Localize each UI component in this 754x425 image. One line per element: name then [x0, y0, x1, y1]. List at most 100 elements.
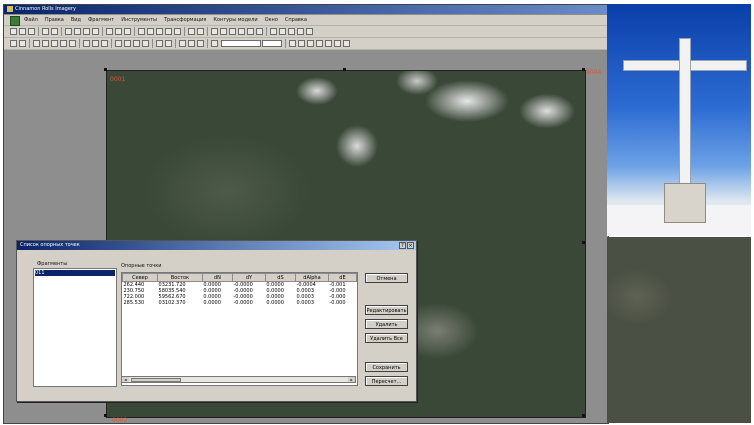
redo-icon[interactable] — [115, 28, 122, 35]
line-width-combo[interactable] — [221, 40, 261, 47]
zoom-in-icon[interactable] — [220, 28, 227, 35]
zoom-out-icon[interactable] — [229, 28, 236, 35]
mirror-icon[interactable] — [69, 40, 76, 47]
menu-window[interactable]: Окно — [265, 16, 278, 24]
node-icon[interactable] — [334, 40, 341, 47]
scroll-left-icon[interactable]: ◂ — [122, 377, 129, 382]
pointer-icon[interactable] — [10, 40, 17, 47]
rotate-icon[interactable] — [33, 40, 40, 47]
menu-tools[interactable]: Инструменты — [121, 16, 157, 24]
zoom-one-icon[interactable] — [238, 28, 245, 35]
settings-icon[interactable] — [306, 28, 313, 35]
stroke-icon[interactable] — [124, 40, 131, 47]
frame-icon[interactable] — [156, 40, 163, 47]
preview-icon[interactable] — [51, 28, 58, 35]
grid-icon[interactable] — [147, 28, 154, 35]
crop-icon[interactable] — [101, 40, 108, 47]
rectangle-icon[interactable] — [307, 40, 314, 47]
align-justify-icon[interactable] — [297, 28, 304, 35]
fit-icon[interactable] — [156, 28, 163, 35]
document-icon[interactable] — [10, 16, 20, 26]
target-icon[interactable] — [197, 28, 204, 35]
line-tool-icon[interactable] — [289, 40, 296, 47]
resize-handle[interactable] — [582, 241, 585, 244]
close-button[interactable]: × — [407, 242, 414, 249]
align-right-icon[interactable] — [288, 28, 295, 35]
resize-handle[interactable] — [582, 68, 585, 71]
line-color-icon[interactable] — [211, 40, 218, 47]
open-icon[interactable] — [19, 28, 26, 35]
paste-icon[interactable] — [83, 28, 90, 35]
table-row[interactable]: 285.530 03102.370 0.0000 -0.0000 0.0000 … — [123, 300, 357, 306]
table-icon[interactable] — [165, 40, 172, 47]
fragments-list[interactable]: 011 — [33, 268, 117, 387]
cut-icon[interactable] — [65, 28, 72, 35]
layer-icon[interactable] — [138, 28, 145, 35]
menu-help[interactable]: Справка — [285, 16, 307, 24]
align-center-icon[interactable] — [279, 28, 286, 35]
save-button[interactable]: Сохранить — [365, 362, 408, 372]
delete-icon[interactable] — [92, 28, 99, 35]
menu-fragment[interactable]: Фрагмент — [88, 16, 114, 24]
flip-icon[interactable] — [60, 40, 67, 47]
scroll-thumb[interactable] — [131, 378, 181, 382]
save-icon[interactable] — [28, 28, 35, 35]
select-free-icon[interactable] — [92, 40, 99, 47]
print-icon[interactable] — [42, 28, 49, 35]
align-left-icon[interactable] — [270, 28, 277, 35]
ellipse-icon[interactable] — [316, 40, 323, 47]
polygon-icon[interactable] — [325, 40, 332, 47]
undo-icon[interactable] — [106, 28, 113, 35]
info-icon[interactable] — [124, 28, 131, 35]
brush-icon[interactable] — [165, 28, 172, 35]
title-bar: Cinnamon Rolls Imagery — [4, 5, 608, 14]
dialog-title: Список опорных точек — [20, 242, 80, 248]
cancel-button[interactable]: Отмена — [365, 273, 408, 283]
scroll-right-icon[interactable]: ▸ — [348, 377, 355, 382]
resize-handle[interactable] — [582, 414, 585, 417]
menu-transform[interactable]: Трансформация — [164, 16, 206, 24]
list-item[interactable]: 011 — [35, 270, 115, 276]
export-icon[interactable] — [343, 40, 350, 47]
col-east[interactable]: Восток — [157, 273, 203, 282]
recalc-button[interactable]: Пересчет... — [365, 376, 408, 386]
menu-edit[interactable]: Правка — [45, 16, 64, 24]
resize-handle[interactable] — [104, 68, 107, 71]
image-icon[interactable] — [142, 40, 149, 47]
scale-icon[interactable] — [42, 40, 49, 47]
measure-icon[interactable] — [188, 28, 195, 35]
polyline-icon[interactable] — [298, 40, 305, 47]
layers-icon[interactable] — [179, 40, 186, 47]
pencil-icon[interactable] — [174, 28, 181, 35]
col-de[interactable]: dE — [327, 273, 357, 282]
group-icon[interactable] — [188, 40, 195, 47]
points-table[interactable]: Север Восток dN dY dS dAlpha dE 262.440 … — [121, 272, 358, 386]
resize-handle[interactable] — [104, 414, 107, 417]
ungroup-icon[interactable] — [197, 40, 204, 47]
line-style-combo[interactable] — [262, 40, 282, 47]
menu-model-contours[interactable]: Контуры модели — [213, 16, 257, 24]
help-button[interactable]: ? — [399, 242, 406, 249]
col-ds[interactable]: dS — [264, 273, 297, 282]
refresh-icon[interactable] — [256, 28, 263, 35]
text-icon[interactable] — [133, 40, 140, 47]
fill-icon[interactable] — [115, 40, 122, 47]
delete-all-button[interactable]: Удалить Все — [365, 333, 408, 343]
delete-button[interactable]: Удалить — [365, 319, 408, 329]
table-scrollbar[interactable]: ◂ ▸ — [121, 376, 356, 383]
col-north[interactable]: Север — [122, 273, 159, 282]
resize-handle[interactable] — [343, 68, 346, 71]
col-dn[interactable]: dN — [201, 273, 234, 282]
menu-file[interactable]: Файл — [24, 16, 38, 24]
col-dy[interactable]: dY — [232, 273, 266, 282]
col-dalpha[interactable]: dAlpha — [295, 273, 329, 282]
select-rect-icon[interactable] — [83, 40, 90, 47]
menu-view[interactable]: Вид — [71, 16, 81, 24]
hand-icon[interactable] — [19, 40, 26, 47]
pan-icon[interactable] — [247, 28, 254, 35]
skew-icon[interactable] — [51, 40, 58, 47]
zoom-icon[interactable] — [211, 28, 218, 35]
edit-button[interactable]: Редактировать — [365, 305, 408, 315]
copy-icon[interactable] — [74, 28, 81, 35]
new-icon[interactable] — [10, 28, 17, 35]
